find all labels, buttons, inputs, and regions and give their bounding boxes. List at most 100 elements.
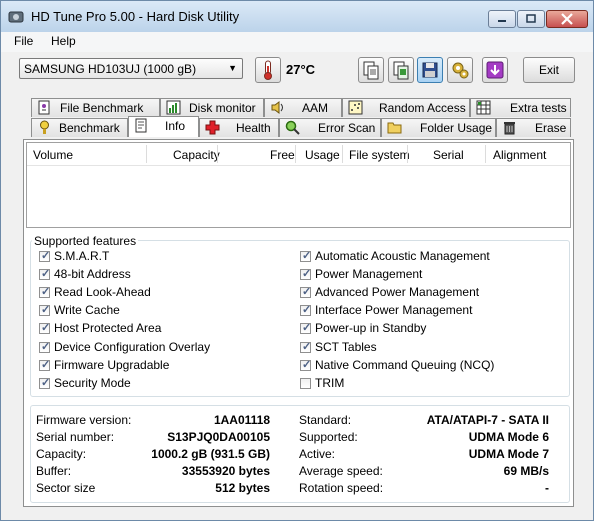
copy-text-button[interactable] xyxy=(358,57,384,83)
tab-random-access[interactable]: Random Access xyxy=(342,98,470,117)
feature-48-bit-address[interactable]: ✓ 48-bit Address xyxy=(39,267,289,281)
tab-label: File Benchmark xyxy=(60,101,144,115)
feature-checkbox[interactable]: ✓ xyxy=(39,322,50,335)
feature-label: Power-up in Standby xyxy=(315,321,427,336)
feature-checkbox[interactable]: ✓ xyxy=(300,322,311,335)
feature-label: Native Command Queuing (NCQ) xyxy=(315,357,495,372)
feature-label: Interface Power Management xyxy=(315,303,473,318)
feature-label: Read Look-Ahead xyxy=(54,285,151,300)
copy-screenshot-button[interactable] xyxy=(388,57,414,83)
column-separator xyxy=(342,145,343,163)
close-button[interactable] xyxy=(546,10,588,28)
feature-checkbox[interactable]: ✓ xyxy=(300,304,311,317)
column-header-alignment[interactable]: Alignment xyxy=(493,148,546,162)
exit-button[interactable]: Exit xyxy=(523,57,575,83)
save-button[interactable] xyxy=(417,57,443,83)
tab-health[interactable]: Health xyxy=(199,118,279,137)
tab-folder-usage[interactable]: Folder Usage xyxy=(381,118,496,137)
feature-checkbox[interactable]: ✓ xyxy=(300,359,311,371)
info-value: 512 bytes xyxy=(215,481,270,495)
minimize-button[interactable] xyxy=(488,10,516,28)
feature-write-cache[interactable]: ✓ Write Cache xyxy=(39,303,289,317)
feature-security-mode[interactable]: ✓ Security Mode xyxy=(39,376,289,390)
supported-features-title: Supported features xyxy=(32,234,139,248)
feature-checkbox[interactable]: ✓ xyxy=(39,304,50,317)
feature-host-protected-area[interactable]: ✓ Host Protected Area xyxy=(39,321,289,335)
minimize-icon xyxy=(498,20,506,22)
info-value: UDMA Mode 6 xyxy=(468,430,549,444)
column-header-usage[interactable]: Usage xyxy=(305,148,340,162)
feature-power-up-in-standby[interactable]: ✓ Power-up in Standby xyxy=(300,321,550,335)
menu-help[interactable]: Help xyxy=(51,34,76,48)
feature-checkbox[interactable]: ✓ xyxy=(300,250,311,262)
feature-native-command-queuing-ncq[interactable]: ✓ Native Command Queuing (NCQ) xyxy=(300,358,550,372)
feature-firmware-upgradable[interactable]: ✓ Firmware Upgradable xyxy=(39,358,289,372)
info-value: ATA/ATAPI-7 - SATA II xyxy=(426,413,549,427)
info-value: 69 MB/s xyxy=(503,464,549,478)
feature-automatic-acoustic-management[interactable]: ✓ Automatic Acoustic Management xyxy=(300,249,550,263)
tab-disk-monitor[interactable]: Disk monitor xyxy=(160,98,264,117)
temperature-button[interactable] xyxy=(255,57,281,83)
tab-file-benchmark[interactable]: File Benchmark xyxy=(31,98,160,117)
exit-download-button[interactable] xyxy=(482,57,508,83)
title-bar[interactable]: HD Tune Pro 5.00 - Hard Disk Utility xyxy=(1,1,593,32)
column-header-volume[interactable]: Volume xyxy=(33,148,73,162)
info-icon xyxy=(135,118,147,133)
column-header-file-system[interactable]: File system xyxy=(349,148,410,162)
feature-power-management[interactable]: ✓ Power Management xyxy=(300,267,550,281)
feature-label: TRIM xyxy=(315,375,345,390)
tab-erase[interactable]: Erase xyxy=(496,118,571,137)
feature-trim[interactable]: TRIM xyxy=(300,376,550,390)
tab-error-scan[interactable]: Error Scan xyxy=(279,118,381,137)
tab-label: Disk monitor xyxy=(189,101,256,115)
drive-select[interactable]: SAMSUNG HD103UJ (1000 gB) ▼ xyxy=(19,58,243,79)
tab-extra-tests[interactable]: Extra tests xyxy=(470,98,571,117)
feature-sct-tables[interactable]: ✓ SCT Tables xyxy=(300,340,550,354)
feature-checkbox[interactable]: ✓ xyxy=(39,250,50,262)
feature-s-m-a-r-t[interactable]: ✓ S.M.A.R.T xyxy=(39,249,289,263)
feature-checkbox[interactable]: ✓ xyxy=(39,359,50,371)
feature-read-look-ahead[interactable]: ✓ Read Look-Ahead xyxy=(39,285,289,299)
tab-label: Folder Usage xyxy=(420,121,493,135)
feature-advanced-power-management[interactable]: ✓ Advanced Power Management xyxy=(300,285,550,299)
column-separator xyxy=(217,145,218,163)
checkmark-icon: ✓ xyxy=(302,340,312,353)
feature-label: Host Protected Area xyxy=(54,321,162,336)
maximize-icon xyxy=(526,14,536,23)
feature-checkbox[interactable] xyxy=(300,377,311,389)
drive-select-value: SAMSUNG HD103UJ (1000 gB) xyxy=(24,62,197,76)
feature-checkbox[interactable]: ✓ xyxy=(39,286,50,299)
health-icon xyxy=(205,120,220,135)
feature-checkbox[interactable]: ✓ xyxy=(300,340,312,353)
feature-checkbox[interactable]: ✓ xyxy=(39,268,50,281)
column-separator xyxy=(295,145,296,163)
feature-checkbox[interactable]: ✓ xyxy=(300,286,311,299)
menu-file[interactable]: File xyxy=(14,34,33,48)
column-separator xyxy=(407,145,408,163)
feature-device-configuration-overlay[interactable]: ✓ Device Configuration Overlay xyxy=(39,340,289,354)
column-header-serial[interactable]: Serial xyxy=(433,148,464,162)
exit-download-icon xyxy=(486,61,504,79)
app-window: HD Tune Pro 5.00 - Hard Disk Utility Fil… xyxy=(0,0,594,521)
tab-info[interactable]: Info xyxy=(128,116,199,137)
feature-checkbox[interactable]: ✓ xyxy=(39,341,50,353)
feature-checkbox[interactable]: ✓ xyxy=(39,377,50,389)
chevron-down-icon: ▼ xyxy=(228,63,237,73)
tab-benchmark[interactable]: Benchmark xyxy=(31,118,128,137)
column-header-free[interactable]: Free xyxy=(270,148,295,162)
temperature-readout: 27°C xyxy=(286,62,316,77)
info-value: 1000.2 gB (931.5 GB) xyxy=(151,447,270,461)
column-header-capacity[interactable]: Capacity xyxy=(173,148,220,162)
info-value: S13PJQ0DA00105 xyxy=(167,430,270,444)
feature-interface-power-management[interactable]: ✓ Interface Power Management xyxy=(300,303,550,317)
tab-aam[interactable]: AAM xyxy=(264,98,342,117)
magnifier-icon xyxy=(285,120,300,135)
options-button[interactable] xyxy=(447,57,473,83)
maximize-button[interactable] xyxy=(517,10,545,28)
tab-label: Random Access xyxy=(379,101,466,115)
tab-label: Benchmark xyxy=(59,121,120,135)
feature-checkbox[interactable]: ✓ xyxy=(300,268,311,281)
volume-table[interactable]: Volume Capacity Free Usage File system S… xyxy=(26,142,571,228)
trash-icon xyxy=(504,122,515,135)
close-icon xyxy=(561,13,573,25)
